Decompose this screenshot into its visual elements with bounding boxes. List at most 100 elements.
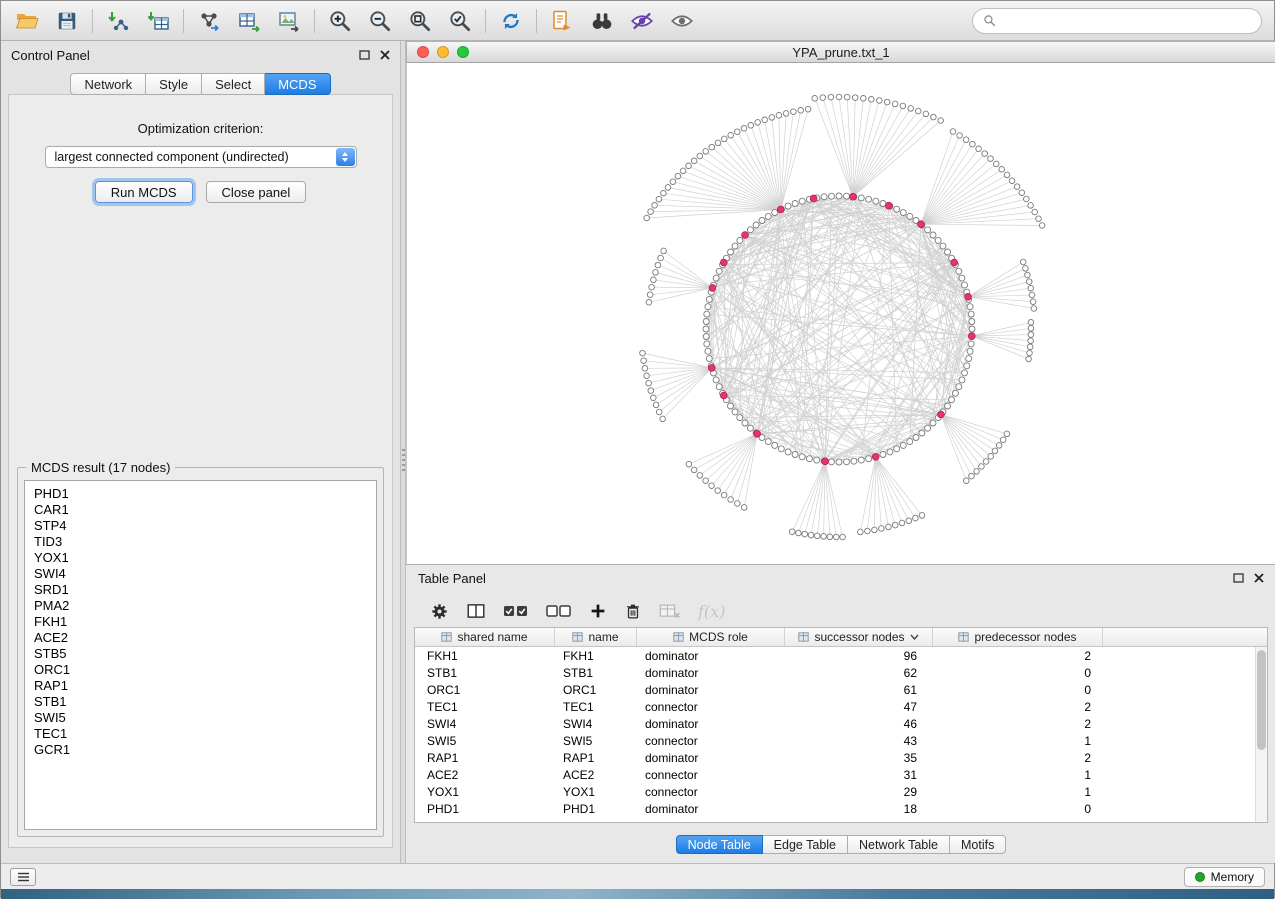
hide-elements-button[interactable]: [622, 5, 662, 37]
mcds-result-item[interactable]: SRD1: [34, 582, 376, 598]
mcds-result-item[interactable]: PMA2: [34, 598, 376, 614]
table-row[interactable]: SWI4 SWI4 dominator 46 2: [415, 715, 1255, 732]
network-titlebar[interactable]: YPA_prune.txt_1: [406, 41, 1275, 63]
control-tab-network[interactable]: Network: [70, 73, 146, 95]
close-panel-button[interactable]: [380, 50, 390, 60]
network-graph[interactable]: [407, 63, 1275, 564]
cell-name: STB1: [555, 666, 637, 680]
memory-button[interactable]: Memory: [1184, 867, 1265, 887]
zoom-out-button[interactable]: [360, 5, 400, 37]
mcds-result-item[interactable]: CAR1: [34, 502, 376, 518]
table-toolbar: f(x): [420, 595, 725, 627]
table-row[interactable]: FKH1 FKH1 dominator 96 2: [415, 647, 1255, 664]
control-tab-mcds[interactable]: MCDS: [265, 73, 330, 95]
zoom-selected-button[interactable]: [440, 5, 480, 37]
add-column-button[interactable]: [589, 602, 607, 620]
table-row[interactable]: SWI5 SWI5 connector 43 1: [415, 732, 1255, 749]
scrollbar-thumb[interactable]: [1257, 650, 1266, 750]
table-panel: Table Panel: [406, 564, 1275, 863]
find-button[interactable]: [582, 5, 622, 37]
table-tab-network-table[interactable]: Network Table: [848, 835, 950, 854]
deselect-all-rows-button[interactable]: [546, 604, 572, 618]
save-button[interactable]: [47, 5, 87, 37]
table-row[interactable]: ACE2 ACE2 connector 31 1: [415, 766, 1255, 783]
network-canvas[interactable]: [406, 63, 1275, 564]
table-sort-icon: [673, 632, 684, 642]
table-scrollbar[interactable]: [1255, 647, 1267, 822]
export-table-button[interactable]: [229, 5, 269, 37]
zoom-in-button[interactable]: [320, 5, 360, 37]
table-row[interactable]: RAP1 RAP1 dominator 35 2: [415, 749, 1255, 766]
mcds-result-item[interactable]: ORC1: [34, 662, 376, 678]
control-tab-style[interactable]: Style: [146, 73, 202, 95]
column-header-mcds-role[interactable]: MCDS role: [637, 628, 785, 646]
column-header-shared-name[interactable]: shared name: [415, 628, 555, 646]
cell-shared-name: SWI5: [415, 734, 555, 748]
refresh-button[interactable]: [491, 5, 531, 37]
table-settings-button[interactable]: [430, 602, 449, 621]
float-panel-button[interactable]: [359, 50, 370, 60]
table-sort-icon: [798, 632, 809, 642]
show-columns-button[interactable]: [466, 602, 486, 620]
export-network-button[interactable]: [189, 5, 229, 37]
maximize-window-icon[interactable]: [457, 46, 469, 58]
table-tab-node-table[interactable]: Node Table: [676, 835, 763, 854]
mcds-result-item[interactable]: GCR1: [34, 742, 376, 758]
mcds-result-item[interactable]: STP4: [34, 518, 376, 534]
mcds-result-list[interactable]: PHD1 CAR1 STP4 TID3 YOX1 SWI4 SRD1 PMA2 …: [24, 480, 377, 830]
search-input[interactable]: [1002, 13, 1251, 28]
mcds-result-item[interactable]: SWI5: [34, 710, 376, 726]
mcds-result-item[interactable]: STB5: [34, 646, 376, 662]
panel-menu-button[interactable]: [10, 868, 36, 886]
mcds-result-item[interactable]: FKH1: [34, 614, 376, 630]
mcds-result-item[interactable]: RAP1: [34, 678, 376, 694]
table-row[interactable]: TEC1 TEC1 connector 47 2: [415, 698, 1255, 715]
table-row[interactable]: ORC1 ORC1 dominator 61 0: [415, 681, 1255, 698]
cell-successor-nodes: 18: [785, 802, 933, 816]
minimize-window-icon[interactable]: [437, 46, 449, 58]
close-window-icon[interactable]: [417, 46, 429, 58]
float-table-panel-button[interactable]: [1233, 573, 1244, 583]
show-elements-button[interactable]: [662, 5, 702, 37]
visibility-off-icon: [629, 8, 655, 34]
open-file-button[interactable]: [7, 5, 47, 37]
mcds-result-item[interactable]: SWI4: [34, 566, 376, 582]
mcds-result-item[interactable]: TEC1: [34, 726, 376, 742]
cell-shared-name: ACE2: [415, 768, 555, 782]
import-network-button[interactable]: [98, 5, 138, 37]
network-view: YPA_prune.txt_1: [406, 41, 1275, 564]
table-delete-icon: [659, 603, 681, 620]
cell-successor-nodes: 35: [785, 751, 933, 765]
mcds-result-item[interactable]: ACE2: [34, 630, 376, 646]
binoculars-icon: [589, 8, 615, 34]
splitter-grip[interactable]: [402, 449, 405, 471]
import-table-button[interactable]: [138, 5, 178, 37]
cell-predecessor-nodes: 1: [933, 768, 1103, 782]
control-tab-select[interactable]: Select: [202, 73, 265, 95]
table-tab-motifs[interactable]: Motifs: [950, 835, 1006, 854]
zoom-fit-button[interactable]: [400, 5, 440, 37]
checked-boxes-icon: [503, 604, 529, 618]
export-image-button[interactable]: [269, 5, 309, 37]
table-row[interactable]: PHD1 PHD1 dominator 18 0: [415, 800, 1255, 817]
table-tab-edge-table[interactable]: Edge Table: [763, 835, 848, 854]
mcds-result-item[interactable]: YOX1: [34, 550, 376, 566]
criterion-selected-value: largest connected component (undirected): [55, 150, 289, 164]
column-header-name[interactable]: name: [555, 628, 637, 646]
mcds-result-item[interactable]: TID3: [34, 534, 376, 550]
table-row[interactable]: STB1 STB1 dominator 62 0: [415, 664, 1255, 681]
delete-column-button[interactable]: [624, 602, 642, 621]
close-panel-action-button[interactable]: Close panel: [206, 181, 307, 203]
table-row[interactable]: YOX1 YOX1 connector 29 1: [415, 783, 1255, 800]
cell-successor-nodes: 46: [785, 717, 933, 731]
close-table-panel-button[interactable]: [1254, 573, 1264, 583]
criterion-select[interactable]: largest connected component (undirected): [45, 146, 357, 168]
select-all-rows-button[interactable]: [503, 604, 529, 618]
search-box[interactable]: [972, 8, 1262, 34]
mcds-result-item[interactable]: PHD1: [34, 486, 376, 502]
column-header-predecessor-nodes[interactable]: predecessor nodes: [933, 628, 1103, 646]
mcds-result-item[interactable]: STB1: [34, 694, 376, 710]
run-mcds-button[interactable]: Run MCDS: [95, 181, 193, 203]
column-header-successor-nodes[interactable]: successor nodes: [785, 628, 933, 646]
share-document-button[interactable]: [542, 5, 582, 37]
